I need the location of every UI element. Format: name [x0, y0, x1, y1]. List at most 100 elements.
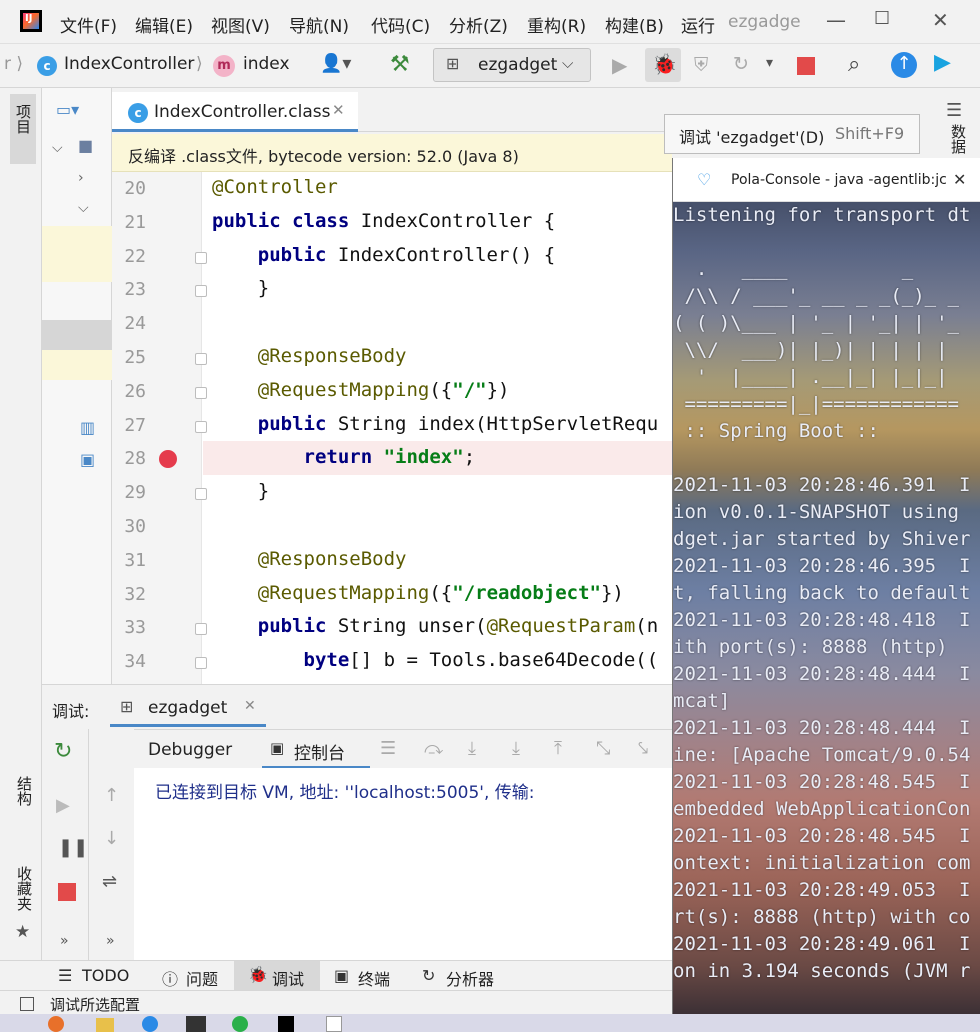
menu-view[interactable]: 视图(V) — [211, 12, 270, 37]
debug-console-output[interactable]: 已连接到目标 VM, 地址: ''localhost:5005', 传输: — [134, 768, 672, 960]
run-config-selector[interactable]: ⊞ ezgadget ⌵ — [433, 48, 591, 82]
drop-frame-icon[interactable]: ⤡ — [596, 738, 610, 759]
project-tool-tab[interactable]: 项目 — [10, 94, 36, 164]
code-line[interactable]: @RequestMapping({"/readobject"}) — [212, 582, 624, 604]
force-step-into-icon[interactable]: ⤓ — [512, 738, 520, 759]
menu-file[interactable]: 文件(F) — [60, 12, 117, 37]
wechat-taskbar-icon[interactable] — [232, 1016, 248, 1032]
maximize-icon[interactable]: ☐ — [874, 8, 890, 29]
fold-marker-icon[interactable] — [195, 623, 207, 636]
breadcrumb-class[interactable]: IndexController — [64, 54, 194, 74]
line-number[interactable]: 23 — [112, 279, 146, 300]
step-over-icon[interactable]: ⤼ — [424, 738, 443, 759]
tree-expanded-icon[interactable]: ⌵ — [78, 200, 89, 216]
fold-marker-icon[interactable] — [195, 285, 207, 298]
structure-tab-label[interactable]: 结构 — [14, 776, 35, 806]
more-icon[interactable]: » — [60, 933, 69, 949]
code-line[interactable]: } — [212, 480, 269, 502]
tree-row[interactable] — [42, 350, 112, 380]
line-number[interactable]: 27 — [112, 415, 146, 436]
terminal-taskbar-icon[interactable] — [186, 1016, 206, 1032]
coverage-icon[interactable]: ⛨ — [694, 54, 708, 76]
code-line[interactable]: public String unser(@RequestParam(n — [212, 615, 658, 637]
tab-console[interactable]: ▣ 控制台 — [262, 730, 370, 769]
menu-run[interactable]: 运行 — [681, 12, 715, 37]
code-editor[interactable]: 20 21 22 23 24 25 26 27 28 29 30 31 32 33 34 @Controll… — [112, 172, 672, 684]
line-number[interactable]: 22 — [112, 246, 146, 267]
code-line[interactable]: @RequestMapping({"/"}) — [212, 379, 510, 401]
fold-marker-icon[interactable] — [195, 657, 207, 670]
intellij-taskbar-icon[interactable] — [278, 1016, 294, 1032]
editor-gutter[interactable]: 20 21 22 23 24 25 26 27 28 29 30 31 32 33 34 — [112, 172, 202, 684]
line-number[interactable]: 29 — [112, 482, 146, 503]
debug-button[interactable]: 🐞 — [645, 48, 681, 82]
tab-todo[interactable]: TODO — [82, 966, 129, 985]
pause-icon[interactable]: ❚❚ — [58, 837, 88, 858]
breakpoint-icon[interactable] — [159, 450, 177, 468]
more-run-chevron-icon[interactable]: ▾ — [766, 55, 773, 71]
database-icon[interactable]: ☰ — [946, 100, 962, 121]
line-number[interactable]: 32 — [112, 584, 146, 605]
line-number[interactable]: 21 — [112, 212, 146, 233]
debug-session-tab[interactable]: ⊞ ezgadget ✕ — [110, 689, 266, 727]
tab-problems[interactable]: 问题 — [186, 966, 218, 990]
menu-lines-icon[interactable]: ☰ — [380, 738, 396, 759]
code-line[interactable]: public String index(HttpServletRequ — [212, 413, 658, 435]
selected-tree-row[interactable] — [42, 320, 112, 350]
resume-icon[interactable]: ▶ — [56, 795, 70, 816]
database-tab-label[interactable]: 数据 — [948, 124, 969, 154]
step-out-icon[interactable]: ⤒ — [554, 738, 562, 759]
pola-close-icon[interactable]: ✕ — [953, 170, 966, 189]
pola-console-window[interactable]: ♡ Pola-Console - java -agentlib:jc ✕ Lis… — [672, 158, 980, 1014]
fold-marker-icon[interactable] — [195, 251, 207, 264]
pola-console-output[interactable]: Listening for transport dt . ____ _ /\\ … — [673, 202, 980, 1014]
build-hammer-icon[interactable]: ⚒ — [390, 52, 410, 77]
code-line[interactable]: @Controller — [212, 176, 338, 198]
menu-edit[interactable]: 编辑(E) — [135, 12, 193, 37]
profile-icon[interactable]: ↻ — [733, 53, 749, 75]
code-line[interactable]: public class IndexController { — [212, 210, 555, 232]
highlighted-tree-row[interactable] — [42, 226, 112, 282]
firefox-taskbar-icon[interactable] — [48, 1016, 64, 1032]
tree-collapsed-icon[interactable]: › — [78, 170, 84, 186]
stop-debug-icon[interactable] — [58, 883, 76, 901]
tab-index-controller[interactable]: c IndexController.class ✕ — [112, 92, 358, 132]
favorites-tab-label[interactable]: 收藏夹 — [14, 866, 35, 911]
scroll-down-icon[interactable]: ↓ — [104, 828, 119, 849]
menu-navigate[interactable]: 导航(N) — [289, 12, 349, 37]
line-number[interactable]: 30 — [112, 516, 146, 537]
scroll-up-icon[interactable]: ↑ — [104, 785, 119, 806]
line-number[interactable]: 28 — [112, 448, 146, 469]
fold-marker-icon[interactable] — [195, 420, 207, 433]
explorer-taskbar-icon[interactable] — [96, 1018, 114, 1032]
line-number[interactable]: 33 — [112, 617, 146, 638]
more-console-icon[interactable]: » — [106, 933, 115, 949]
tab-debug[interactable]: 🐞 调试 — [234, 961, 320, 991]
edge-taskbar-icon[interactable] — [142, 1016, 158, 1032]
run-icon[interactable]: ▶ — [612, 53, 627, 77]
update-icon[interactable]: ↑ — [891, 52, 917, 78]
line-number[interactable]: 31 — [112, 550, 146, 571]
typora-taskbar-icon[interactable] — [326, 1016, 342, 1032]
project-view-icon[interactable]: ▭▾ — [56, 100, 79, 119]
close-tab-icon[interactable]: ✕ — [332, 101, 345, 119]
line-number[interactable]: 26 — [112, 381, 146, 402]
code-line[interactable]: return "index"; — [212, 446, 476, 468]
tab-terminal[interactable]: 终端 — [358, 966, 390, 990]
code-line[interactable]: public IndexController() { — [212, 244, 555, 266]
soft-wrap-icon[interactable]: ⇌ — [102, 871, 117, 892]
line-number[interactable]: 34 — [112, 651, 146, 672]
breadcrumb-method[interactable]: index — [243, 54, 290, 74]
minimize-icon[interactable]: — — [826, 8, 846, 32]
user-icon[interactable]: 👤▾ — [320, 53, 351, 74]
search-icon[interactable]: ⌕ — [848, 52, 860, 77]
step-into-icon[interactable]: ⤓ — [468, 738, 476, 759]
menu-code[interactable]: 代码(C) — [371, 12, 430, 37]
tab-profiler[interactable]: 分析器 — [446, 966, 494, 990]
menu-refactor[interactable]: 重构(R) — [527, 12, 586, 37]
close-session-icon[interactable]: ✕ — [244, 698, 256, 714]
line-number[interactable]: 24 — [112, 313, 146, 334]
tree-expand-icon[interactable]: ⌵ — [52, 140, 63, 156]
fold-marker-icon[interactable] — [195, 353, 207, 365]
fold-marker-icon[interactable] — [195, 386, 207, 399]
